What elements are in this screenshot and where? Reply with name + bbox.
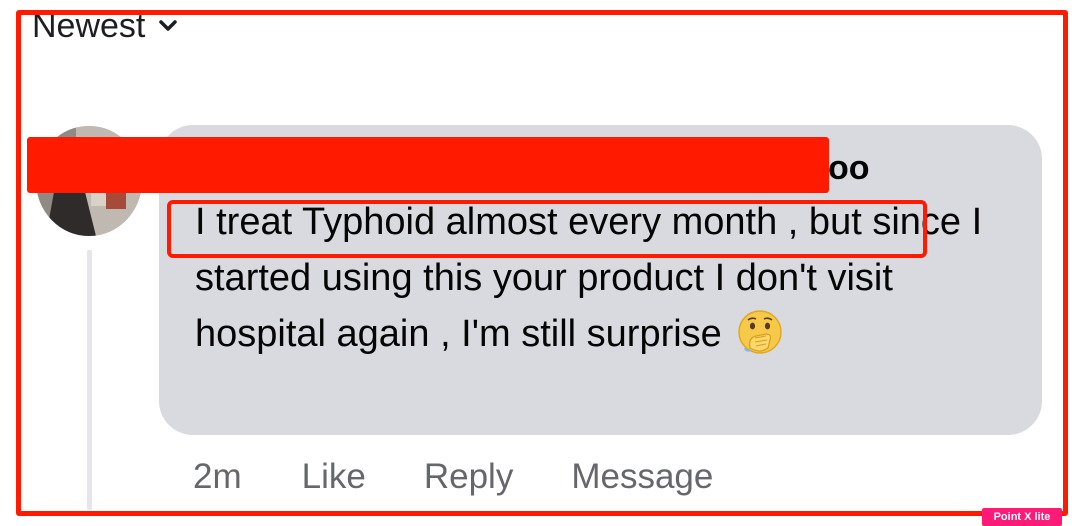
thread-line [87, 250, 92, 510]
watermark: Point X lite [982, 508, 1062, 526]
comment-author-name[interactable]: oo [828, 148, 870, 188]
reply-button[interactable]: Reply [424, 457, 513, 497]
author-name-redaction [27, 137, 829, 193]
comment-actions: 2m Like Reply Message [193, 452, 771, 502]
face-with-hand-over-mouth-icon [736, 308, 784, 356]
comment-timestamp[interactable]: 2m [193, 457, 242, 497]
annotation-highlight-box [167, 200, 927, 258]
message-button[interactable]: Message [571, 457, 713, 497]
like-button[interactable]: Like [302, 457, 366, 497]
